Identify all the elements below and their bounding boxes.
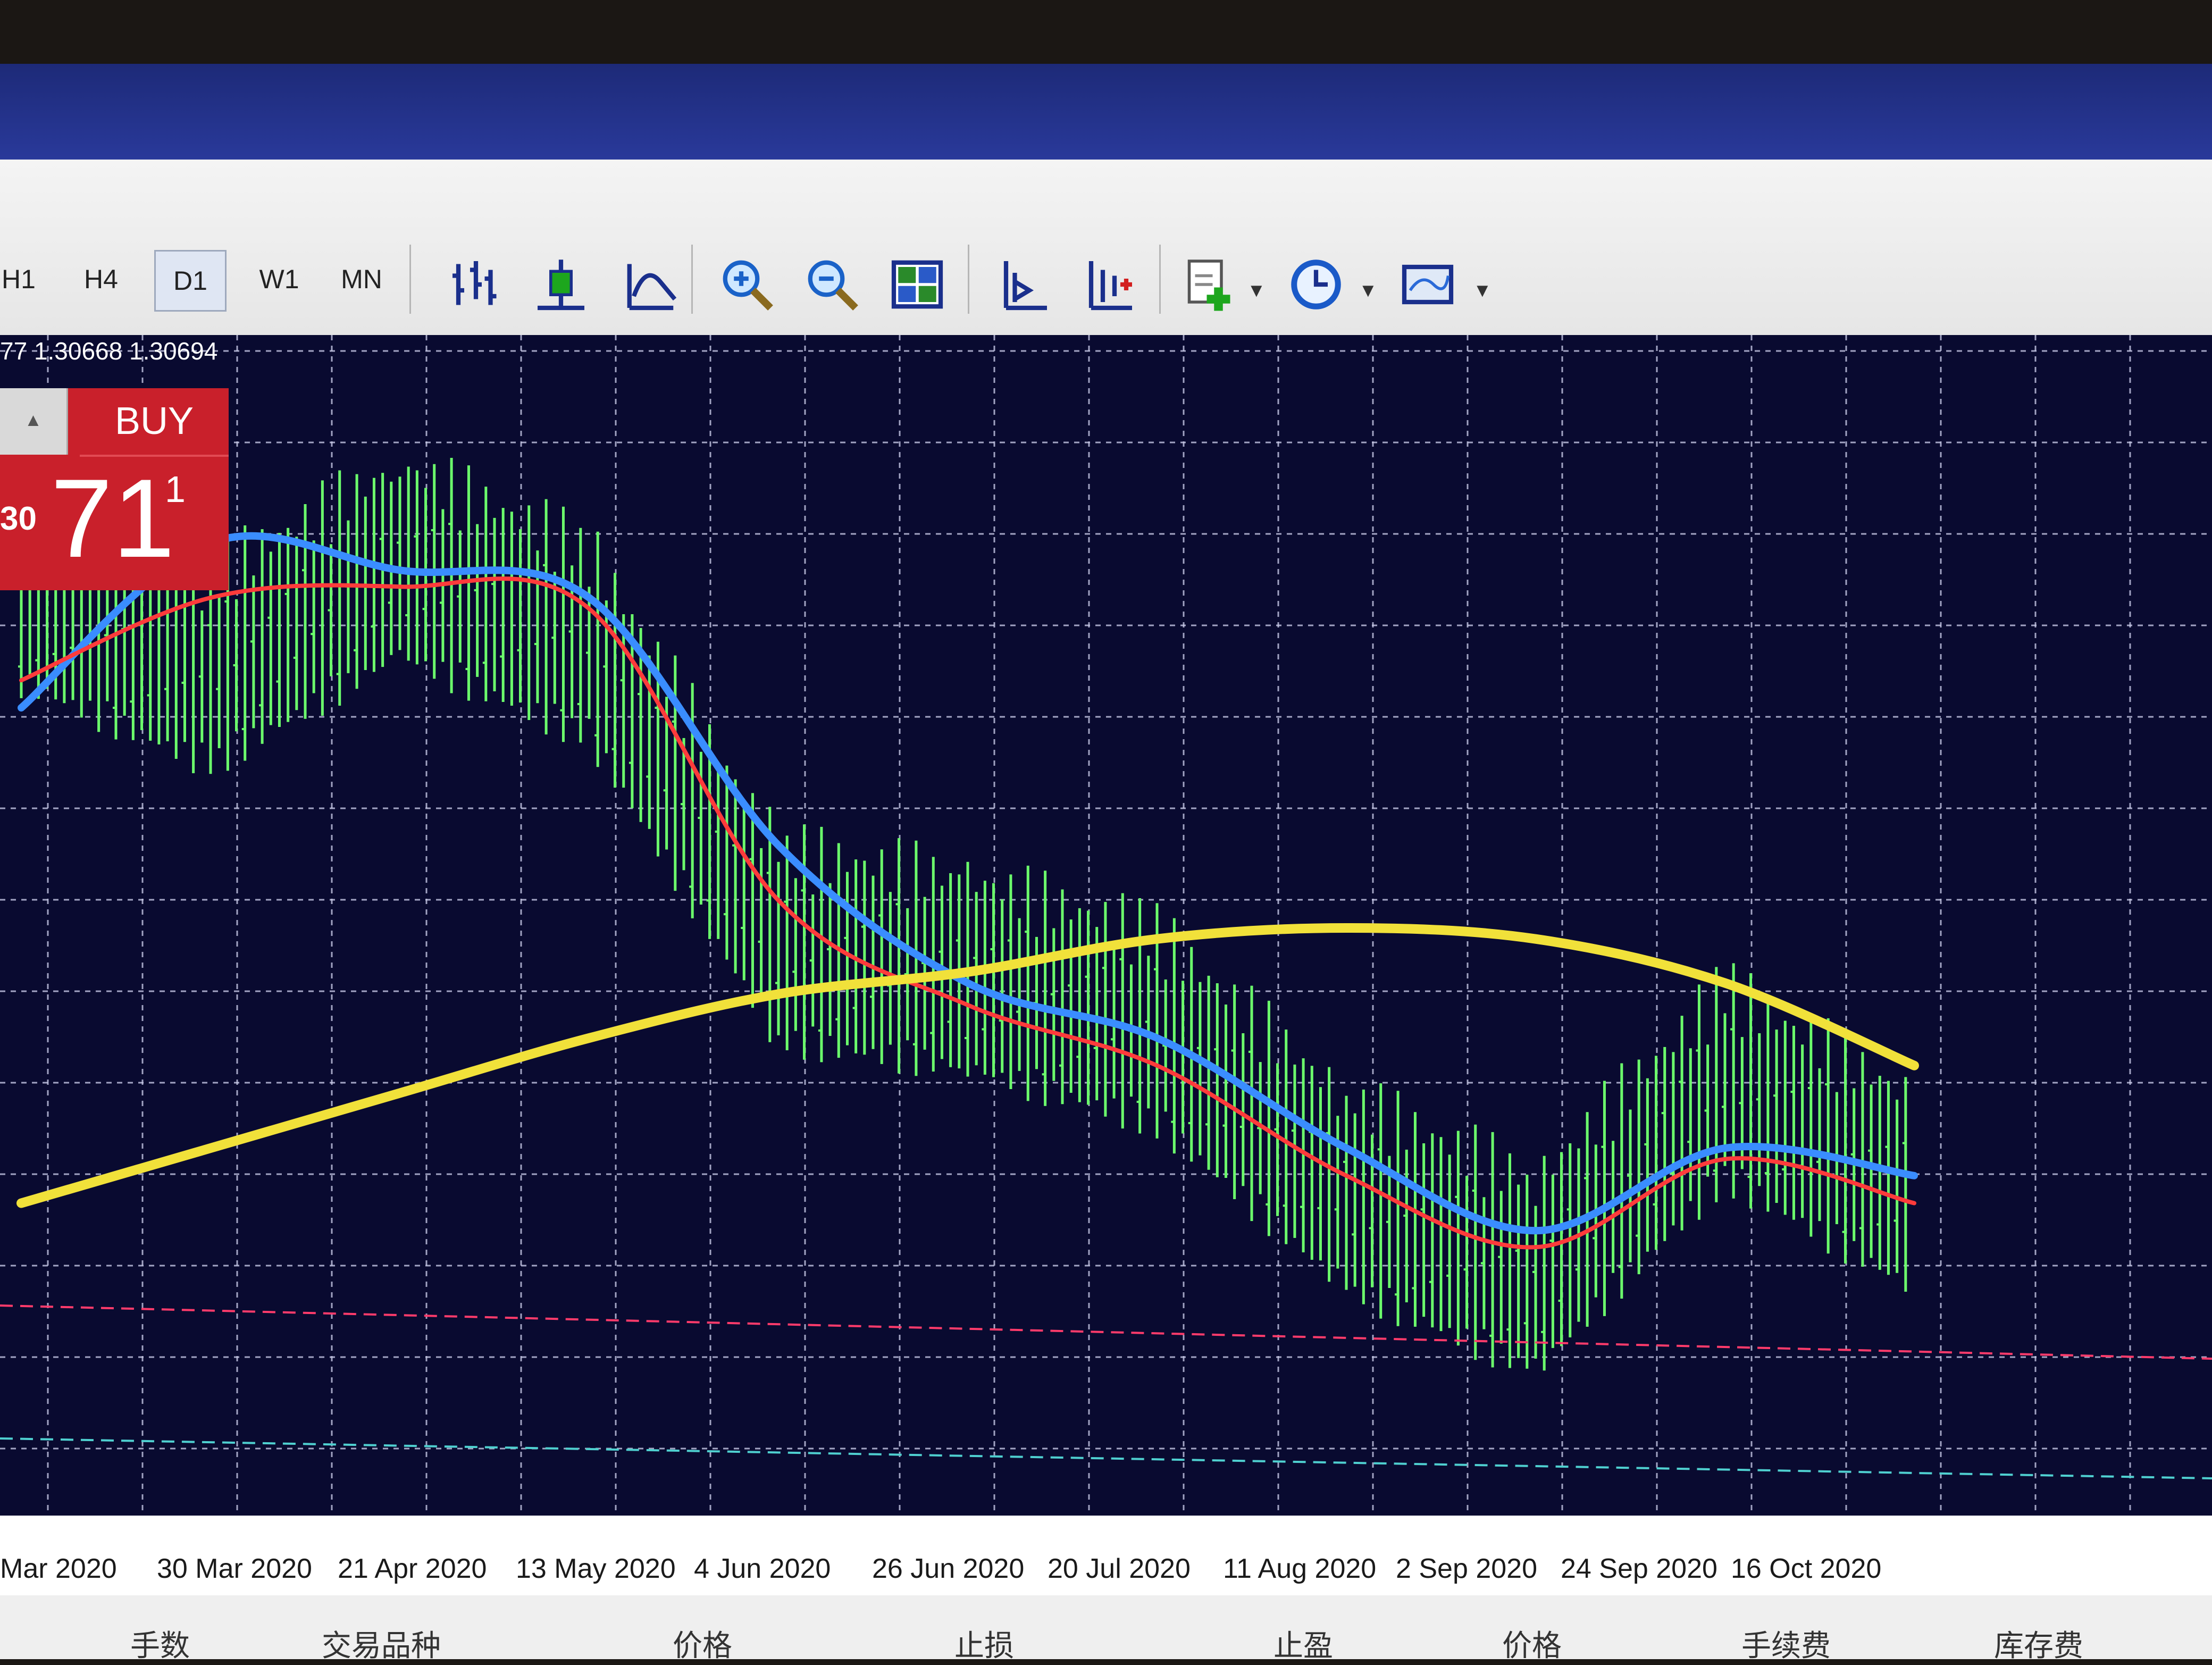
column-header-symbol[interactable]: 交易品种 bbox=[322, 1622, 441, 1665]
line-chart-icon[interactable] bbox=[622, 255, 681, 314]
toolbar-separator bbox=[409, 245, 411, 314]
column-header-price[interactable]: 价格 bbox=[673, 1622, 732, 1665]
toolbar: H1 H4 D1 W1 MN ▼ ▼ ▼ bbox=[0, 160, 2212, 337]
price-chart-svg bbox=[0, 335, 2212, 1516]
chevron-down-icon[interactable]: ▼ bbox=[1473, 279, 1492, 302]
date-axis-label: 24 Sep 2020 bbox=[1561, 1553, 1717, 1584]
column-header-swap[interactable]: 库存费 bbox=[1994, 1622, 2083, 1665]
chevron-down-icon[interactable]: ▼ bbox=[1247, 279, 1266, 302]
toolbar-separator bbox=[968, 245, 969, 314]
date-axis-label: 13 May 2020 bbox=[516, 1553, 676, 1584]
auto-scroll-icon[interactable] bbox=[1079, 255, 1138, 314]
chart-shift-icon[interactable] bbox=[994, 255, 1053, 314]
terminal-column-headers: 手数 交易品种 价格 止损 止盈 价格 手续费 库存费 bbox=[0, 1595, 2212, 1663]
toolbar-separator bbox=[691, 245, 693, 314]
date-axis-label: 21 Apr 2020 bbox=[338, 1553, 487, 1584]
buy-price-big: 71 bbox=[51, 456, 175, 581]
bid-price-line bbox=[0, 1437, 2212, 1479]
candlestick-icon[interactable] bbox=[532, 255, 590, 314]
timeframe-h4-button[interactable]: H4 bbox=[66, 250, 136, 308]
timeframe-d1-button[interactable]: D1 bbox=[154, 250, 227, 312]
column-header-take-profit[interactable]: 止盈 bbox=[1273, 1622, 1333, 1665]
timeframe-mn-button[interactable]: MN bbox=[327, 250, 396, 308]
date-axis-label: Mar 2020 bbox=[0, 1553, 117, 1584]
column-header-commission[interactable]: 手续费 bbox=[1741, 1622, 1831, 1665]
zoom-out-icon[interactable] bbox=[803, 255, 861, 314]
buy-price-prefix: 30 bbox=[0, 500, 37, 537]
bar-chart-icon[interactable] bbox=[447, 255, 505, 314]
templates-icon[interactable] bbox=[1398, 255, 1457, 314]
date-axis-label: 2 Sep 2020 bbox=[1396, 1553, 1538, 1584]
timeframe-w1-button[interactable]: W1 bbox=[245, 250, 314, 308]
expand-arrow-icon[interactable]: ▲ bbox=[0, 388, 68, 455]
column-header-price-2[interactable]: 价格 bbox=[1502, 1622, 1562, 1665]
indicators-icon[interactable] bbox=[1180, 255, 1239, 314]
quote-line: 77 1.30668 1.30694 bbox=[0, 337, 218, 365]
periods-icon[interactable] bbox=[1287, 255, 1345, 314]
chevron-down-icon[interactable]: ▼ bbox=[1359, 279, 1378, 302]
toolbar-separator bbox=[1159, 245, 1161, 314]
price-chart[interactable] bbox=[0, 335, 2212, 1516]
date-axis-label: 4 Jun 2020 bbox=[694, 1553, 831, 1584]
buy-button[interactable]: BUY bbox=[80, 388, 229, 457]
timeframe-h1-button[interactable]: H1 bbox=[0, 250, 53, 308]
date-axis-label: 30 Mar 2020 bbox=[157, 1553, 312, 1584]
date-axis-label: 26 Jun 2020 bbox=[872, 1553, 1025, 1584]
column-header-stop-loss[interactable]: 止损 bbox=[954, 1622, 1014, 1665]
column-header-lots[interactable]: 手数 bbox=[130, 1622, 190, 1665]
buy-price-superscript: 1 bbox=[165, 468, 186, 510]
one-click-buy-panel: ▲ BUY 30 71 1 bbox=[0, 388, 229, 590]
tile-windows-icon[interactable] bbox=[888, 255, 946, 314]
date-axis-label: 11 Aug 2020 bbox=[1223, 1553, 1377, 1584]
date-axis-label: 16 Oct 2020 bbox=[1731, 1553, 1882, 1584]
date-axis: Mar 2020 30 Mar 2020 21 Apr 2020 13 May … bbox=[0, 1516, 2212, 1595]
date-axis-label: 20 Jul 2020 bbox=[1048, 1553, 1191, 1584]
zoom-in-icon[interactable] bbox=[718, 255, 776, 314]
window-title-bar bbox=[0, 64, 2212, 165]
